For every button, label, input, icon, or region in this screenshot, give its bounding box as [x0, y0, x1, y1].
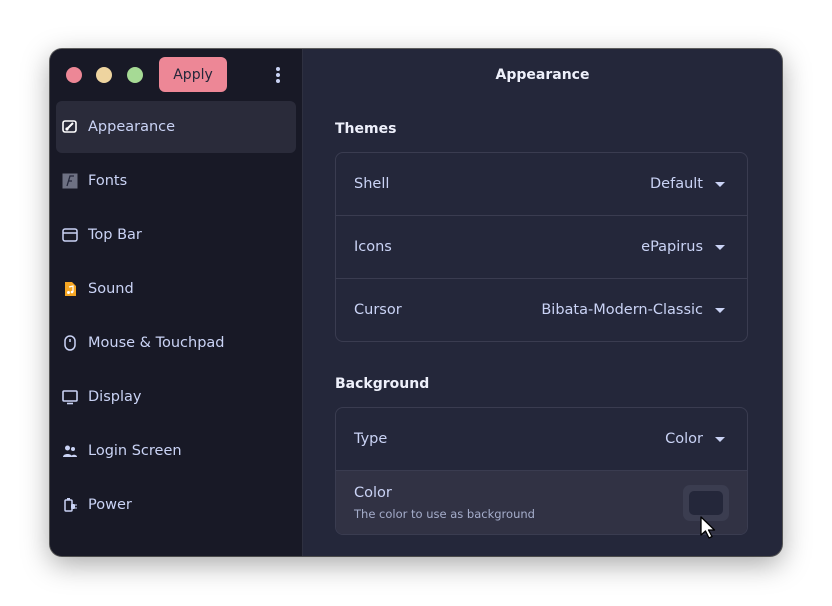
sidebar-item-top-bar[interactable]: Top Bar — [56, 209, 296, 261]
sidebar-item-label: Top Bar — [88, 227, 142, 243]
minimize-window-button[interactable] — [96, 67, 112, 83]
sidebar-item-label: Mouse & Touchpad — [88, 335, 225, 351]
type-row[interactable]: Type Color — [336, 408, 747, 471]
color-row[interactable]: Color The color to use as background — [336, 471, 747, 534]
icons-row[interactable]: Icons ePapirus — [336, 216, 747, 279]
shell-label: Shell — [354, 176, 390, 192]
mouse-pointer-icon — [700, 516, 716, 539]
cursor-row[interactable]: Cursor Bibata-Modern-Classic — [336, 279, 747, 341]
sidebar-item-fonts[interactable]: Fonts — [56, 155, 296, 207]
mouse-icon — [62, 335, 78, 351]
sidebar-item-label: Login Screen — [88, 443, 182, 459]
type-value: Color — [665, 431, 703, 447]
sidebar-nav: Appearance Fonts Top Bar Sound Mouse & T… — [50, 101, 302, 531]
cursor-value: Bibata-Modern-Classic — [541, 302, 703, 318]
background-section-title: Background — [335, 376, 430, 392]
type-label: Type — [354, 431, 388, 447]
maximize-window-button[interactable] — [127, 67, 143, 83]
sidebar-item-mouse-touchpad[interactable]: Mouse & Touchpad — [56, 317, 296, 369]
sidebar-item-appearance[interactable]: Appearance — [56, 101, 296, 153]
sidebar-header: Apply — [50, 49, 302, 101]
display-icon — [62, 389, 78, 405]
top-bar-icon — [62, 227, 78, 243]
chevron-down-icon[interactable] — [715, 181, 725, 187]
chevron-down-icon[interactable] — [715, 244, 725, 250]
sidebar: Apply Appearance Fonts Top Bar Sound Mou… — [50, 49, 303, 556]
apply-button[interactable]: Apply — [159, 57, 227, 92]
color-swatch — [689, 490, 723, 515]
appearance-icon — [62, 119, 78, 135]
sidebar-item-sound[interactable]: Sound — [56, 263, 296, 315]
settings-window: Apply Appearance Fonts Top Bar Sound Mou… — [50, 49, 782, 556]
users-icon — [62, 443, 78, 459]
shell-value: Default — [650, 176, 703, 192]
icons-value: ePapirus — [641, 239, 703, 255]
sidebar-item-label: Display — [88, 389, 142, 405]
sidebar-item-display[interactable]: Display — [56, 371, 296, 423]
sound-icon — [62, 281, 78, 297]
power-plug-icon — [62, 497, 78, 513]
sidebar-item-label: Power — [88, 497, 132, 513]
themes-group: Shell Default Icons ePapirus Cursor Biba… — [335, 152, 748, 342]
content-pane: Appearance Themes Shell Default Icons eP… — [303, 49, 782, 556]
shell-row[interactable]: Shell Default — [336, 153, 747, 216]
themes-section-title: Themes — [335, 121, 397, 137]
sidebar-item-label: Fonts — [88, 173, 128, 189]
cursor-label: Cursor — [354, 302, 402, 318]
sidebar-item-power[interactable]: Power — [56, 479, 296, 531]
background-group: Type Color Color The color to use as bac… — [335, 407, 748, 535]
color-label: Color — [354, 484, 392, 501]
fonts-icon — [62, 173, 78, 189]
sidebar-item-login-screen[interactable]: Login Screen — [56, 425, 296, 477]
color-subtitle: The color to use as background — [354, 506, 535, 521]
color-row-text: Color The color to use as background — [354, 485, 683, 521]
icons-label: Icons — [354, 239, 392, 255]
page-title: Appearance — [495, 67, 590, 83]
kebab-menu-icon[interactable] — [268, 65, 288, 85]
chevron-down-icon[interactable] — [715, 307, 725, 313]
sidebar-item-label: Appearance — [88, 119, 176, 135]
sidebar-item-label: Sound — [88, 281, 134, 297]
close-window-button[interactable] — [66, 67, 82, 83]
chevron-down-icon[interactable] — [715, 436, 725, 442]
